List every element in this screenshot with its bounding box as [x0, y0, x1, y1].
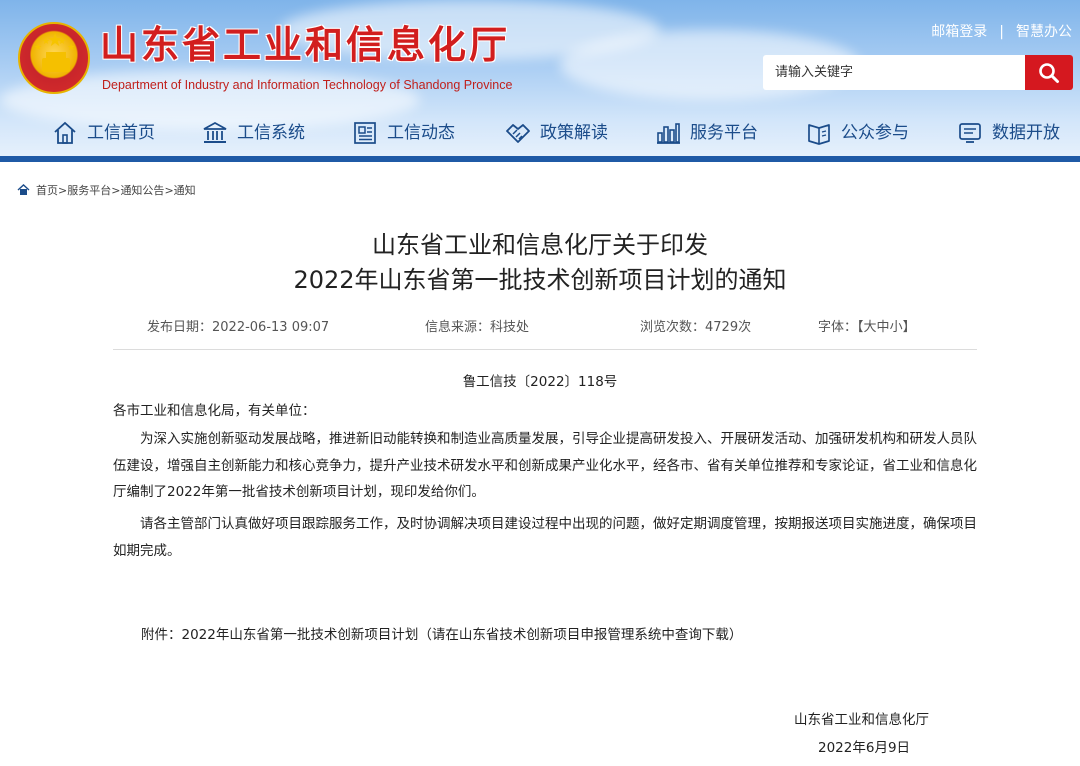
- nav-label: 工信系统: [237, 123, 305, 143]
- search-input[interactable]: [763, 55, 1025, 90]
- search-icon: [1039, 63, 1059, 83]
- publish-date-label: 发布日期：: [147, 320, 213, 335]
- book-icon: [808, 124, 830, 145]
- signature-org: 山东省工业和信息化厅: [794, 712, 929, 728]
- publish-date-value: 2022-06-13 09:07: [212, 320, 330, 335]
- breadcrumb-service[interactable]: 服务平台: [67, 182, 111, 198]
- font-medium-button[interactable]: 中: [877, 320, 890, 335]
- nav-label: 政策解读: [540, 123, 608, 143]
- info-source-label: 信息来源：: [425, 320, 491, 335]
- home-icon: [17, 184, 30, 195]
- font-bracket-close: 】: [902, 320, 916, 335]
- nav-label: 服务平台: [690, 123, 758, 143]
- info-source-value: 科技处: [490, 320, 530, 335]
- nav-item-data[interactable]: 数据开放: [957, 118, 1060, 148]
- site-subtitle: Department of Industry and Information T…: [102, 78, 513, 92]
- nav-item-policy[interactable]: 政策解读: [505, 118, 608, 148]
- article-title-line2: 2022年山东省第一批技术创新项目计划的通知: [293, 266, 787, 294]
- breadcrumb-separator: >: [164, 183, 174, 197]
- national-emblem-icon[interactable]: ★ ★ ★ ★ ★: [18, 22, 90, 94]
- search-button[interactable]: [1025, 55, 1073, 90]
- nav-label: 工信首页: [87, 123, 155, 143]
- body-paragraph-2: 请各主管部门认真做好项目跟踪服务工作，及时协调解决项目建设过程中出现的问题，做好…: [113, 516, 977, 559]
- breadcrumb-separator: >: [58, 183, 68, 197]
- breadcrumb: 首页 > 服务平台 > 通知公告 > 通知: [17, 182, 196, 198]
- info-source: 信息来源：科技处: [425, 320, 529, 336]
- data-icon: [959, 123, 981, 143]
- site-title[interactable]: 山东省工业和信息化厅: [100, 22, 510, 68]
- nav-item-public[interactable]: 公众参与: [806, 118, 909, 148]
- body-paragraph-1: 为深入实施创新驱动发展战略，推进新旧动能转换和制造业高质量发展，引导企业提高研发…: [113, 431, 977, 500]
- document-number: 鲁工信技〔2022〕118号: [462, 374, 618, 390]
- smart-office-link[interactable]: 智慧办公: [1016, 24, 1072, 40]
- nav-item-home[interactable]: 工信首页: [52, 118, 155, 148]
- news-icon: [354, 122, 376, 144]
- nav-item-news[interactable]: 工信动态: [352, 118, 455, 148]
- header-bottom-band: [0, 156, 1080, 162]
- nav-label: 工信动态: [387, 123, 455, 143]
- building-icon: [203, 122, 227, 143]
- view-count-value: 4729次: [705, 320, 752, 335]
- breadcrumb-notice[interactable]: 通知: [174, 182, 196, 198]
- view-count-label: 浏览次数：: [640, 320, 706, 335]
- font-size-control: 字体：【大中小】: [818, 320, 916, 336]
- nav-label: 数据开放: [992, 123, 1060, 143]
- platform-icon: [657, 123, 680, 144]
- salutation: 各市工业和信息化局，有关单位：: [113, 403, 316, 419]
- mail-login-link[interactable]: 邮箱登录: [931, 24, 987, 40]
- search-box: [763, 55, 1073, 90]
- nav-item-service[interactable]: 服务平台: [655, 118, 758, 148]
- home-icon: [54, 121, 76, 144]
- font-small-button[interactable]: 小: [890, 320, 903, 335]
- breadcrumb-separator: >: [111, 183, 121, 197]
- handshake-icon: [506, 124, 530, 143]
- signature-date: 2022年6月9日: [818, 740, 911, 756]
- meta-divider: [113, 349, 977, 350]
- nav-label: 公众参与: [841, 123, 909, 143]
- font-large-button[interactable]: 大: [864, 320, 877, 335]
- breadcrumb-announcement[interactable]: 通知公告: [120, 182, 164, 198]
- publish-date: 发布日期：2022-06-13 09:07: [147, 320, 329, 336]
- article-title-line1: 山东省工业和信息化厅关于印发: [372, 231, 708, 259]
- font-size-label: 字体：: [818, 320, 858, 335]
- view-count: 浏览次数：4729次: [640, 320, 751, 336]
- attachment-note: 附件：2022年山东省第一批技术创新项目计划（请在山东省技术创新项目申报管理系统…: [141, 627, 743, 643]
- nav-item-system[interactable]: 工信系统: [202, 118, 305, 148]
- site-header: ★ ★ ★ ★ ★ 山东省工业和信息化厅 Department of Indus…: [0, 0, 1080, 162]
- top-links-separator: |: [999, 24, 1004, 40]
- breadcrumb-home[interactable]: 首页: [36, 182, 58, 198]
- top-links: 邮箱登录 | 智慧办公: [931, 22, 1072, 42]
- main-nav: 工信首页 工信系统 工信动态 政策解读 服务平台 公众参与 数据开放: [0, 110, 1080, 156]
